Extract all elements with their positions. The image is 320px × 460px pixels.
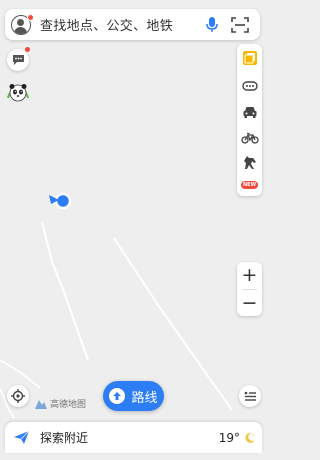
new-feature-button[interactable]: NEW <box>237 173 262 197</box>
route-button-label: 路线 <box>131 390 158 406</box>
chat-icon <box>12 55 24 65</box>
list-icon <box>244 391 256 401</box>
location-marker <box>54 192 72 210</box>
route-arrow-icon <box>109 388 126 404</box>
crosshair-icon <box>11 389 25 403</box>
layers-icon <box>242 51 257 65</box>
explore-nearby-bar[interactable]: 探索附近 19° <box>5 422 262 453</box>
car-icon <box>243 107 256 118</box>
bicycle-icon <box>240 132 259 144</box>
more-button[interactable] <box>237 74 262 98</box>
microphone-icon[interactable] <box>202 14 222 36</box>
horse-button[interactable] <box>237 150 262 174</box>
zoom-control: + − <box>237 262 262 316</box>
notification-dot <box>27 14 34 21</box>
scan-icon[interactable] <box>230 15 250 35</box>
temperature: 19° <box>218 430 240 445</box>
horse-icon <box>243 156 256 169</box>
explore-nearby-label: 探索附近 <box>40 431 89 445</box>
map-toolbar: NEW <box>237 44 262 196</box>
zoom-in-button[interactable]: + <box>237 262 262 288</box>
map-attribution: 高德地图 <box>50 400 87 410</box>
search-bar[interactable]: 查找地点、公交、地铁 <box>5 9 260 40</box>
send-icon <box>14 430 30 444</box>
layers-button[interactable] <box>237 46 262 70</box>
car-button[interactable] <box>237 100 262 124</box>
zoom-out-button[interactable]: − <box>237 290 262 316</box>
panda-icon[interactable] <box>6 80 30 104</box>
route-button[interactable]: 路线 <box>103 381 164 411</box>
amap-logo-icon <box>35 399 47 409</box>
locate-button[interactable] <box>7 385 29 407</box>
moon-icon <box>245 432 255 443</box>
new-badge: NEW <box>240 181 259 189</box>
map-logo: 高德地图 <box>34 397 86 410</box>
bicycle-button[interactable] <box>237 126 262 150</box>
message-button[interactable] <box>7 49 29 71</box>
search-input[interactable]: 查找地点、公交、地铁 <box>40 15 202 34</box>
message-badge <box>25 47 30 52</box>
list-button[interactable] <box>239 385 261 407</box>
more-icon <box>241 81 258 91</box>
